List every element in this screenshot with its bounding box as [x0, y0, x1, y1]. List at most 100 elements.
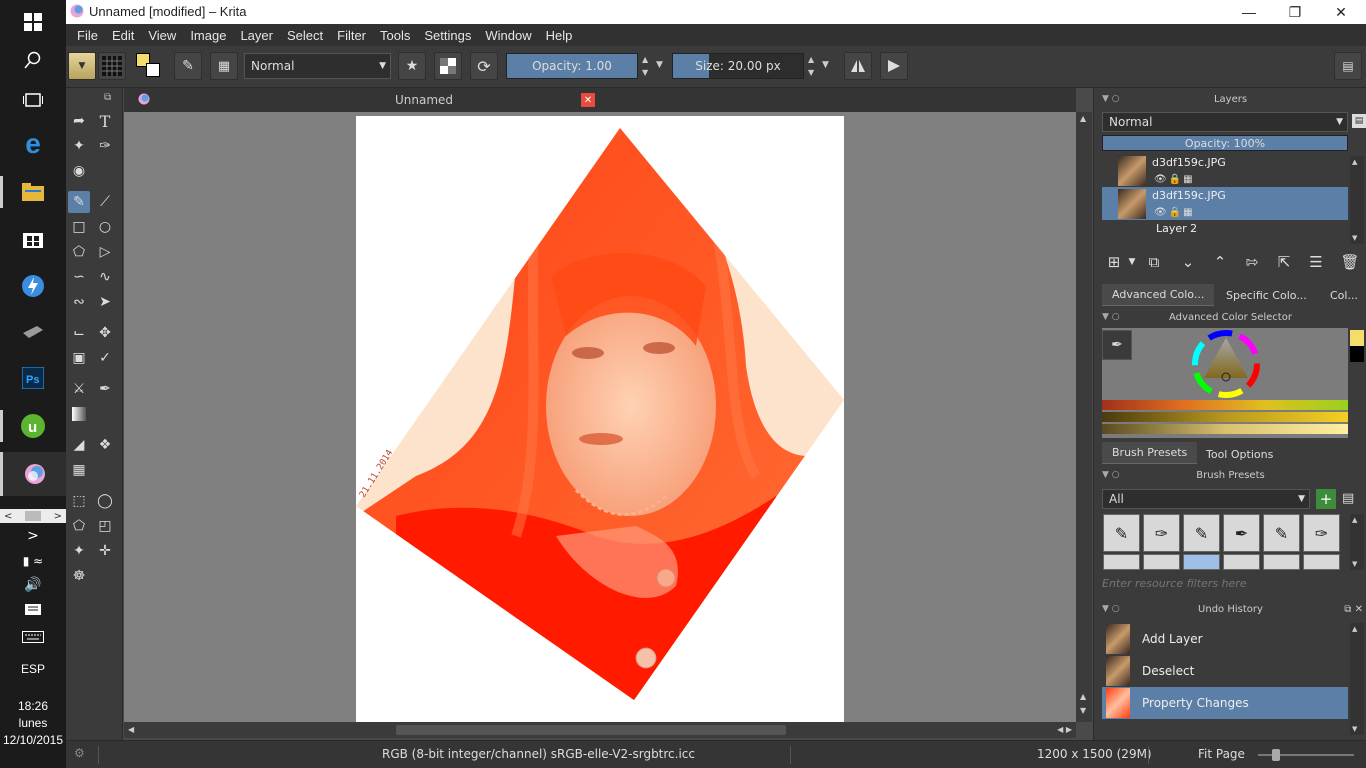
menu-edit[interactable]: Edit — [105, 28, 141, 43]
tab-brush-presets[interactable]: Brush Presets — [1102, 442, 1198, 464]
menu-file[interactable]: File — [70, 28, 105, 43]
visibility-icon[interactable]: 👁 — [1154, 207, 1167, 218]
scroll-up-icon[interactable]: ▲ — [1080, 114, 1086, 123]
opacity-spinner[interactable]: ▲ ▼ — [642, 53, 654, 79]
keyboard-icon[interactable] — [0, 624, 66, 650]
brush-view-options-icon[interactable]: ▤ — [1342, 491, 1360, 507]
preserve-alpha-button[interactable] — [434, 52, 462, 80]
utorrent-icon[interactable]: u — [0, 404, 66, 448]
toolbox-float-icon[interactable]: ⧉ — [104, 92, 111, 103]
menu-window[interactable]: Window — [478, 28, 538, 43]
gradient-selector-button[interactable]: ▼ — [68, 52, 96, 80]
tab-tool-options[interactable]: Tool Options — [1196, 443, 1283, 465]
measure-tool-icon[interactable]: ✓ — [94, 347, 116, 369]
move-tool-icon[interactable]: ✥ — [94, 322, 116, 344]
layer-into-group-button[interactable]: ⇰ — [1240, 250, 1264, 274]
freehand-selection-tool-icon[interactable]: ◰ — [94, 515, 116, 537]
scroll-up-icon[interactable]: ▲ — [1352, 158, 1357, 166]
window-close-button[interactable]: ✕ — [1318, 0, 1364, 24]
menu-settings[interactable]: Settings — [417, 28, 478, 43]
tab-specific-color[interactable]: Specific Colo... — [1216, 284, 1317, 306]
color-shade-bar-1[interactable] — [1102, 400, 1348, 410]
fill-tool-icon[interactable]: ⚔ — [68, 378, 90, 400]
polyline-tool-icon[interactable]: ▷ — [94, 241, 116, 263]
hue-ring-triangle[interactable] — [1190, 328, 1262, 400]
color-swatches[interactable] — [136, 53, 162, 79]
size-spinner[interactable]: ▲ ▼ — [808, 53, 820, 79]
undo-history-scrollbar[interactable]: ▲ ▼ — [1350, 623, 1364, 735]
language-indicator[interactable]: ESP — [0, 662, 66, 676]
brush-preset-selected[interactable] — [1183, 554, 1220, 570]
perspective-grid-tool-icon[interactable]: ❖ — [94, 434, 116, 456]
brush-filter-input[interactable] — [1102, 574, 1360, 592]
duplicate-layer-button[interactable]: ⧉ — [1142, 250, 1166, 274]
tablet-app-icon[interactable] — [0, 310, 66, 354]
krita-taskbar-icon[interactable] — [0, 452, 66, 496]
zoom-slider[interactable] — [1258, 749, 1354, 761]
docker-collapse-icon[interactable]: ▼ ○ — [1102, 604, 1120, 614]
delete-layer-button[interactable]: 🗑 — [1338, 250, 1362, 274]
brush-preset-4[interactable]: ✒ — [1223, 514, 1260, 552]
blend-mode-select[interactable]: Normal ▼ — [244, 53, 391, 79]
layer-row-selected[interactable]: d3df159c.JPG 👁 🔒 ▦ — [1102, 187, 1348, 220]
brush-preset-7[interactable] — [1103, 554, 1140, 570]
freehand-brush-tool-icon[interactable]: ✎ — [68, 191, 90, 213]
canvas-vertical-scrollbar[interactable]: ▲ ▲ ▼ — [1076, 112, 1092, 722]
lock-icon[interactable]: 🔒 — [1169, 174, 1181, 185]
lock-icon[interactable]: 🔒 — [1169, 207, 1181, 218]
scroll-up-icon[interactable]: ▲ — [1352, 516, 1357, 524]
canvas-page[interactable]: 21.11.2014 — [356, 116, 844, 722]
line-tool-icon[interactable]: ⟋ — [94, 191, 116, 213]
close-icon[interactable]: ✕ — [581, 93, 595, 107]
docker-collapse-icon[interactable]: ▼ ○ — [1102, 312, 1120, 322]
add-layer-dropdown-icon[interactable]: ▼ — [1120, 250, 1144, 274]
layer-property-icons[interactable]: 👁 🔒 ▦ — [1154, 207, 1193, 218]
similar-selection-tool-icon[interactable]: ✛ — [94, 540, 116, 562]
volume-icon[interactable]: 🔊 — [0, 572, 66, 598]
brush-presets-scrollbar[interactable]: ▲ ▼ — [1350, 514, 1364, 570]
battery-wifi-icon[interactable]: ▮️ ≈ — [0, 548, 66, 574]
horizontal-scroll-thumb[interactable] — [396, 725, 786, 735]
gradient-edit-tool-icon[interactable]: ◉ — [68, 160, 90, 182]
zoom-slider-handle[interactable] — [1272, 749, 1280, 761]
scroll-down-icon[interactable]: ▲ ▼ — [1080, 690, 1086, 718]
task-view-icon[interactable] — [0, 78, 66, 122]
search-icon[interactable] — [0, 38, 66, 82]
scroll-up-icon[interactable]: ▲ — [1352, 625, 1357, 633]
menu-tools[interactable]: Tools — [373, 28, 417, 43]
polygon-tool-icon[interactable]: ⬠ — [68, 241, 90, 263]
eyedropper-icon[interactable]: ✒ — [1102, 330, 1132, 360]
taskbar-clock[interactable]: 18:26 lunes 12/10/2015 — [0, 698, 66, 749]
brush-preset-8[interactable] — [1143, 554, 1180, 570]
canvas-horizontal-scrollbar[interactable]: ◀ ◀ ▶ — [124, 722, 1076, 738]
history-item-selected[interactable]: Property Changes — [1102, 687, 1348, 719]
layer-properties-button[interactable]: ☰ — [1304, 250, 1328, 274]
transform-tool-icon[interactable]: ▣ — [68, 347, 90, 369]
rectangle-tool-icon[interactable]: □ — [68, 216, 90, 238]
layer-property-icons[interactable]: 👁 🔒 ▦ — [1154, 174, 1193, 185]
brush-preset-2[interactable]: ✑ — [1143, 514, 1180, 552]
scroll-down-icon[interactable]: ▼ — [1352, 234, 1357, 242]
scroll-left-icon[interactable]: ◀ — [128, 725, 134, 734]
color-shade-bar-3[interactable] — [1102, 424, 1348, 434]
menu-help[interactable]: Help — [539, 28, 580, 43]
mirror-vertical-button[interactable] — [880, 52, 908, 80]
gradient-tool-icon[interactable] — [68, 403, 90, 425]
brush-preset-10[interactable] — [1223, 554, 1260, 570]
scroll-right-icon[interactable]: ◀ ▶ — [1057, 725, 1072, 734]
edge-browser-icon[interactable]: e — [0, 122, 66, 166]
elliptical-selection-tool-icon[interactable]: ◯ — [94, 490, 116, 512]
rectangular-selection-tool-icon[interactable]: ⬚ — [68, 490, 90, 512]
store-icon[interactable] — [0, 216, 66, 260]
alpha-lock-icon[interactable]: ▦ — [1183, 207, 1192, 218]
crop-tool-icon[interactable]: ⌙ — [68, 322, 90, 344]
brush-tag-filter[interactable]: All ▼ — [1102, 489, 1310, 509]
maximize-button[interactable]: ❐ — [1272, 0, 1318, 24]
file-explorer-icon[interactable] — [0, 170, 66, 214]
lightning-app-icon[interactable] — [0, 264, 66, 308]
docker-collapse-icon[interactable]: ▼ ○ — [1102, 470, 1120, 480]
multibrush-tool-icon[interactable]: ➤ — [94, 291, 116, 313]
reload-preset-button[interactable]: ⟳ — [470, 52, 498, 80]
scroll-down-icon[interactable]: ▼ — [1352, 560, 1357, 568]
zoom-level-label[interactable]: Fit Page — [1198, 747, 1245, 761]
